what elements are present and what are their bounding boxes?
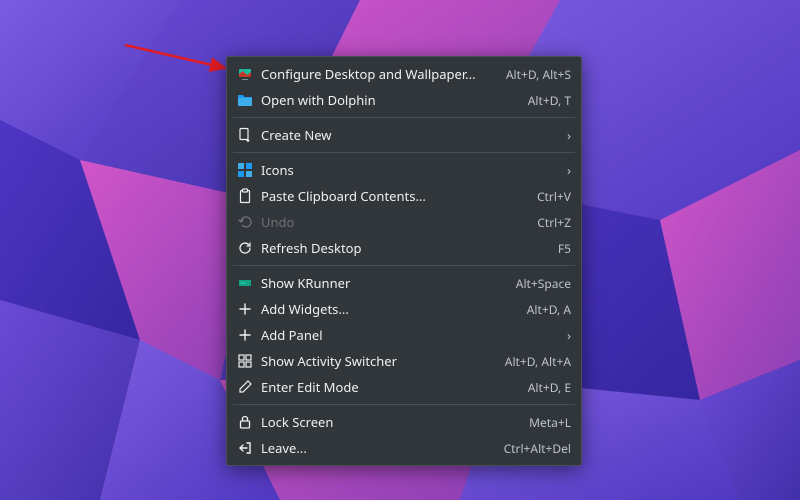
clipboard-icon <box>237 188 253 204</box>
menu-item-label: Add Panel <box>261 326 553 344</box>
menu-item-open-dolphin[interactable]: Open with Dolphin Alt+D, T <box>227 87 581 113</box>
edit-icon <box>237 379 253 395</box>
menu-item-label: Undo <box>261 213 525 231</box>
menu-item-label: Show Activity Switcher <box>261 352 493 370</box>
menu-item-label: Refresh Desktop <box>261 239 546 257</box>
menu-item-activity-switcher[interactable]: Show Activity Switcher Alt+D, Alt+A <box>227 348 581 374</box>
leave-icon <box>237 440 253 456</box>
menu-item-undo: Undo Ctrl+Z <box>227 209 581 235</box>
menu-item-label: Open with Dolphin <box>261 91 516 109</box>
menu-item-edit-mode[interactable]: Enter Edit Mode Alt+D, E <box>227 374 581 400</box>
menu-item-label: Configure Desktop and Wallpaper... <box>261 65 494 83</box>
menu-item-shortcut: Alt+D, A <box>527 301 571 318</box>
undo-icon <box>237 214 253 230</box>
menu-item-add-panel[interactable]: Add Panel › <box>227 322 581 348</box>
menu-item-label: Leave... <box>261 439 492 457</box>
plus-icon <box>237 301 253 317</box>
menu-item-shortcut: Alt+D, T <box>528 92 571 109</box>
krunner-icon <box>237 275 253 291</box>
menu-item-create-new[interactable]: Create New › <box>227 122 581 148</box>
menu-item-label: Add Widgets... <box>261 300 515 318</box>
activities-icon <box>237 353 253 369</box>
menu-item-refresh[interactable]: Refresh Desktop F5 <box>227 235 581 261</box>
chevron-right-icon: › <box>561 326 571 344</box>
document-new-icon <box>237 127 253 143</box>
refresh-icon <box>237 240 253 256</box>
menu-item-label: Icons <box>261 161 553 179</box>
menu-item-label: Paste Clipboard Contents... <box>261 187 525 205</box>
menu-item-leave[interactable]: Leave... Ctrl+Alt+Del <box>227 435 581 461</box>
folder-icon <box>237 92 253 108</box>
menu-item-add-widgets[interactable]: Add Widgets... Alt+D, A <box>227 296 581 322</box>
menu-separator <box>233 265 575 266</box>
menu-item-shortcut: Ctrl+Alt+Del <box>504 440 571 457</box>
chevron-right-icon: › <box>561 161 571 179</box>
plus-icon <box>237 327 253 343</box>
icons-icon <box>237 162 253 178</box>
menu-separator <box>233 404 575 405</box>
menu-item-configure-desktop[interactable]: Configure Desktop and Wallpaper... Alt+D,… <box>227 61 581 87</box>
menu-item-krunner[interactable]: Show KRunner Alt+Space <box>227 270 581 296</box>
menu-item-label: Show KRunner <box>261 274 504 292</box>
chevron-right-icon: › <box>561 126 571 144</box>
menu-item-label: Lock Screen <box>261 413 517 431</box>
menu-item-label: Enter Edit Mode <box>261 378 516 396</box>
menu-separator <box>233 117 575 118</box>
menu-item-label: Create New <box>261 126 553 144</box>
menu-item-shortcut: F5 <box>558 240 571 257</box>
menu-item-lock[interactable]: Lock Screen Meta+L <box>227 409 581 435</box>
menu-separator <box>233 152 575 153</box>
menu-item-shortcut: Ctrl+Z <box>537 214 571 231</box>
menu-item-shortcut: Alt+D, E <box>528 379 571 396</box>
menu-item-shortcut: Ctrl+V <box>537 188 571 205</box>
menu-item-shortcut: Alt+Space <box>516 275 571 292</box>
menu-item-shortcut: Alt+D, Alt+A <box>505 353 571 370</box>
desktop-context-menu: Configure Desktop and Wallpaper... Alt+D,… <box>226 56 582 466</box>
lock-icon <box>237 414 253 430</box>
menu-item-shortcut: Alt+D, Alt+S <box>506 66 571 83</box>
menu-item-icons[interactable]: Icons › <box>227 157 581 183</box>
menu-item-shortcut: Meta+L <box>529 414 571 431</box>
monitor-wallpaper-icon <box>237 66 253 82</box>
menu-item-paste[interactable]: Paste Clipboard Contents... Ctrl+V <box>227 183 581 209</box>
